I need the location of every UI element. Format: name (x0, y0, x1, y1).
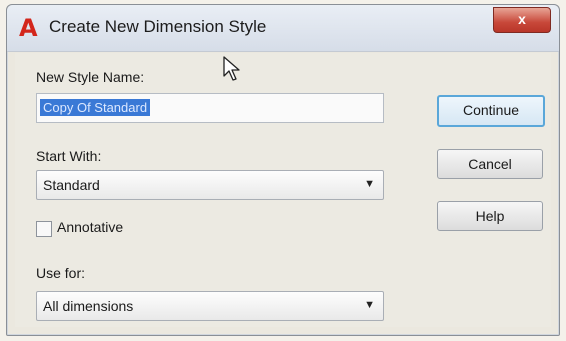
autocad-icon: A (19, 14, 38, 42)
mouse-pointer-icon (223, 56, 240, 81)
continue-button[interactable]: Continue (437, 95, 545, 127)
start-with-value: Standard (43, 177, 100, 193)
start-with-label: Start With: (36, 148, 102, 164)
annotative-checkbox[interactable] (36, 221, 52, 237)
start-with-dropdown[interactable]: Standard ▼ (36, 170, 384, 200)
use-for-dropdown[interactable]: All dimensions ▼ (36, 291, 384, 321)
help-button[interactable]: Help (437, 201, 543, 231)
title-bar[interactable]: A Create New Dimension Style x (7, 5, 559, 52)
cancel-button[interactable]: Cancel (437, 149, 543, 179)
annotative-label: Annotative (57, 219, 124, 235)
use-for-label: Use for: (36, 265, 86, 281)
chevron-down-icon: ▼ (364, 299, 375, 311)
new-style-name-input[interactable]: Copy Of Standard (36, 93, 384, 123)
close-button[interactable]: x (493, 7, 551, 33)
new-style-name-value: Copy Of Standard (40, 99, 151, 116)
use-for-value: All dimensions (43, 298, 134, 314)
chevron-down-icon: ▼ (364, 178, 375, 190)
new-style-name-label: New Style Name: (36, 69, 145, 85)
dialog-body: New Style Name: Copy Of Standard Start W… (15, 53, 551, 327)
dialog-title: Create New Dimension Style (49, 17, 267, 36)
create-new-dimension-style-dialog: A Create New Dimension Style x New Style… (6, 4, 560, 336)
